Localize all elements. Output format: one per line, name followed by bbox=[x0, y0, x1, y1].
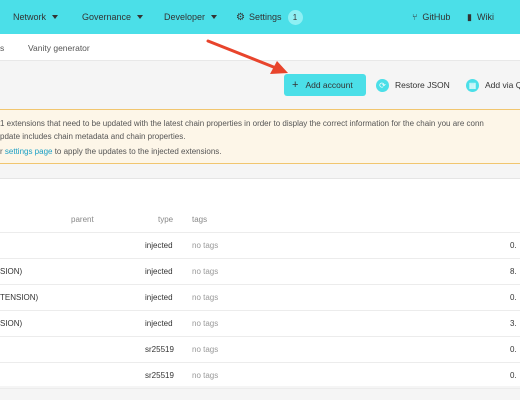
table-row[interactable]: injected no tags 0. bbox=[0, 233, 520, 259]
nav-developer[interactable]: Developer bbox=[164, 0, 218, 34]
account-balance: 3. bbox=[510, 319, 517, 328]
accounts-table: parent type tags injected no tags 0. SIO… bbox=[0, 178, 520, 389]
chevron-down-icon bbox=[137, 15, 144, 19]
add-account-label: Add account bbox=[305, 80, 353, 90]
account-type: injected bbox=[145, 241, 173, 250]
table-row[interactable]: sr25519 no tags 0. bbox=[0, 337, 520, 363]
gear-icon: ⚙ bbox=[236, 11, 245, 23]
table-header-row: parent type tags bbox=[0, 207, 520, 233]
nav-github-label: GitHub bbox=[422, 12, 451, 22]
header-type: type bbox=[158, 215, 174, 224]
account-tags: no tags bbox=[192, 319, 219, 328]
nav-settings[interactable]: ⚙ Settings 1 bbox=[236, 0, 303, 34]
tab-accounts-label: s bbox=[0, 42, 5, 53]
add-via-qr-label: Add via Q bbox=[485, 80, 520, 90]
nav-network-label: Network bbox=[13, 12, 47, 22]
nav-settings-label: Settings bbox=[248, 12, 282, 22]
settings-count-badge: 1 bbox=[287, 9, 303, 25]
account-tags: no tags bbox=[192, 345, 219, 354]
chevron-down-icon bbox=[211, 15, 218, 19]
notice-line-1: 1 extensions that need to be updated wit… bbox=[0, 119, 484, 128]
account-name: SION) bbox=[0, 319, 23, 328]
account-name: SION) bbox=[0, 267, 23, 276]
restore-json-label: Restore JSON bbox=[395, 80, 450, 90]
header-parent: parent bbox=[71, 215, 94, 224]
qr-icon: ▦ bbox=[466, 78, 479, 92]
account-type: injected bbox=[145, 319, 173, 328]
account-balance: 0. bbox=[510, 293, 517, 302]
settings-page-link[interactable]: settings page bbox=[5, 147, 53, 156]
nav-wiki-label: Wiki bbox=[476, 12, 494, 22]
branch-icon: ⑂ bbox=[412, 12, 418, 22]
add-account-button[interactable]: + Add account bbox=[284, 74, 366, 96]
top-navigation-bar: Network Governance Developer ⚙ Settings … bbox=[0, 0, 520, 34]
tab-accounts[interactable]: s bbox=[0, 34, 4, 61]
table-row[interactable]: TENSION) injected no tags 0. bbox=[0, 285, 520, 311]
accounts-subnav: s Vanity generator bbox=[0, 34, 520, 61]
add-via-qr-button[interactable]: ▦ Add via Q bbox=[458, 74, 520, 96]
account-tags: no tags bbox=[192, 241, 219, 250]
account-tags: no tags bbox=[192, 371, 219, 380]
account-balance: 8. bbox=[510, 267, 517, 276]
notice-line-3-suffix: to apply the updates to the injected ext… bbox=[52, 147, 222, 156]
nav-governance[interactable]: Governance bbox=[82, 0, 144, 34]
account-balance: 0. bbox=[510, 345, 517, 354]
plus-icon: + bbox=[292, 78, 299, 91]
account-balance: 0. bbox=[510, 371, 517, 380]
table-row[interactable]: sr25519 no tags 0. bbox=[0, 363, 520, 389]
nav-developer-label: Developer bbox=[164, 12, 206, 22]
nav-governance-label: Governance bbox=[82, 12, 132, 22]
notice-line-3: r settings page to apply the updates to … bbox=[0, 147, 222, 156]
account-tags: no tags bbox=[192, 267, 219, 276]
account-type: sr25519 bbox=[145, 371, 174, 380]
nav-wiki[interactable]: ▮ Wiki bbox=[467, 0, 494, 34]
nav-network[interactable]: Network bbox=[13, 0, 59, 34]
extension-update-notice: 1 extensions that need to be updated wit… bbox=[0, 109, 520, 164]
nav-github[interactable]: ⑂ GitHub bbox=[412, 0, 450, 34]
notice-line-2: pdate includes chain metadata and chain … bbox=[0, 132, 186, 141]
account-balance: 0. bbox=[510, 241, 517, 250]
tab-vanity-label: Vanity generator bbox=[28, 42, 90, 53]
account-type: injected bbox=[145, 267, 173, 276]
tab-vanity-generator[interactable]: Vanity generator bbox=[28, 34, 90, 61]
account-tags: no tags bbox=[192, 293, 219, 302]
restore-json-button[interactable]: ⟳ Restore JSON bbox=[368, 74, 458, 96]
account-type: injected bbox=[145, 293, 173, 302]
header-tags: tags bbox=[192, 215, 208, 224]
table-row[interactable]: SION) injected no tags 8. bbox=[0, 259, 520, 285]
chevron-down-icon bbox=[52, 15, 59, 19]
table-row[interactable]: SION) injected no tags 3. bbox=[0, 311, 520, 337]
account-type: sr25519 bbox=[145, 345, 174, 354]
account-name: TENSION) bbox=[0, 293, 39, 302]
sync-icon: ⟳ bbox=[376, 78, 389, 92]
book-icon: ▮ bbox=[467, 11, 472, 22]
